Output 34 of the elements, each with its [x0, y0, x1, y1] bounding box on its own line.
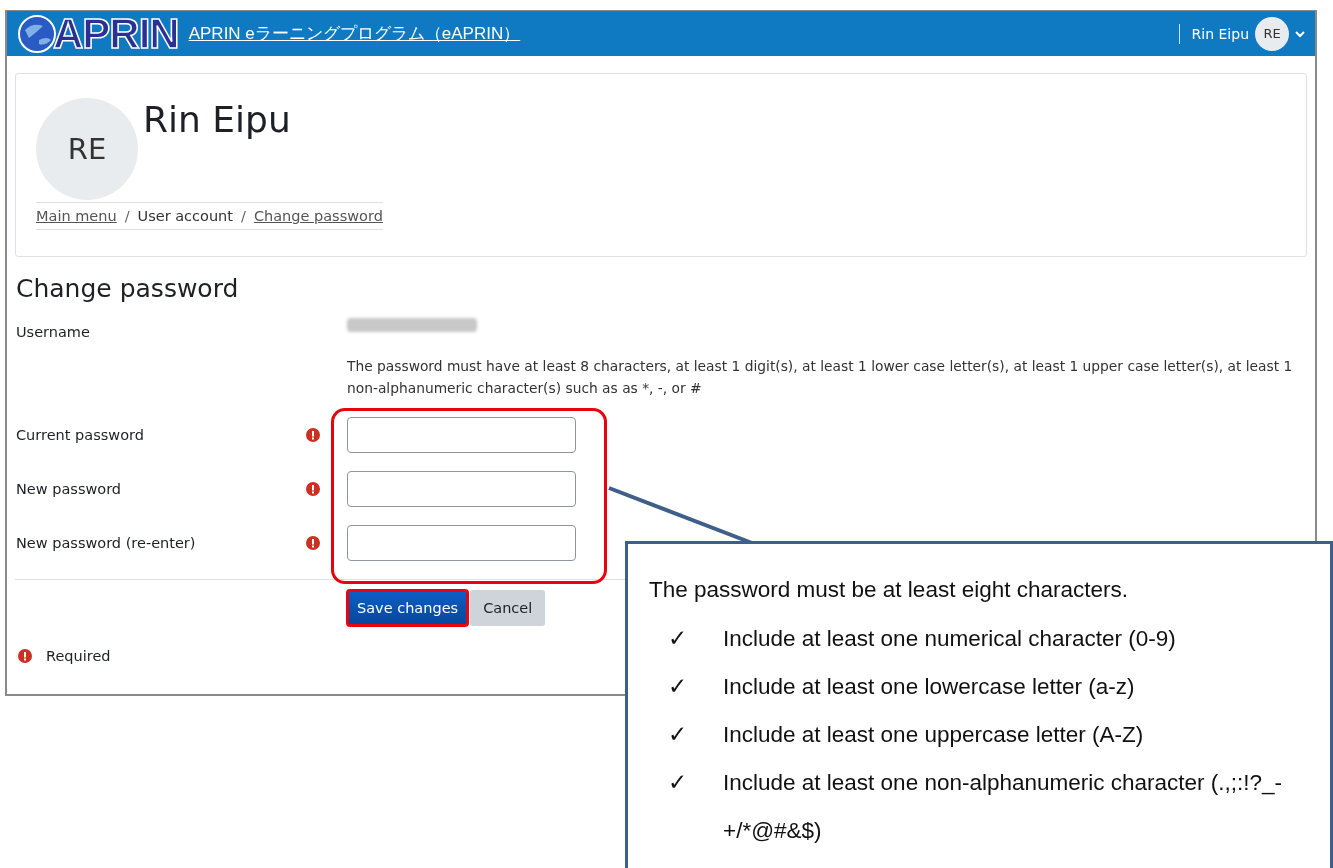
- password-field[interactable]: [347, 471, 576, 507]
- page-heading: Change password: [16, 273, 240, 305]
- breadcrumb-separator: /: [124, 208, 130, 224]
- required-note: Required: [46, 648, 111, 664]
- check-mark: ✓: [667, 721, 688, 749]
- callout-item: Include at least one uppercase letter (A-Z): [723, 721, 1145, 749]
- logo-text: APRIN: [53, 11, 179, 56]
- field-label: New password: [16, 481, 123, 497]
- cancel-button[interactable]: Cancel: [470, 590, 546, 626]
- user-avatar[interactable]: RE: [1255, 16, 1289, 51]
- save-button[interactable]: Save changes: [347, 590, 469, 626]
- profile-name: Rin Eipu: [143, 98, 291, 142]
- breadcrumb-link[interactable]: Main menu: [36, 208, 117, 224]
- field-label: Username: [16, 324, 91, 340]
- check-mark: ✓: [667, 625, 688, 653]
- required-icon: [18, 649, 32, 663]
- field-label: New password (re-enter): [16, 535, 197, 551]
- site-link[interactable]: APRIN eラーニングプログラム（eAPRIN）: [188, 22, 521, 45]
- callout-item: Include at least one numerical character (0-9): [723, 625, 1177, 653]
- password-policy: The password must have at least 8 characters, at least 1 digit(s), at least 1 lower case letter(s), at least 1 upper case letter(s), at least 1 non-alphanumeric character(s) such as as *, -, or #: [347, 357, 1294, 398]
- breadcrumb-item: User account: [137, 208, 233, 224]
- password-field[interactable]: [347, 525, 576, 561]
- breadcrumb-link[interactable]: Change password: [253, 208, 383, 224]
- callout-heading: The password must be at least eight characters.: [649, 576, 1129, 604]
- check-mark: ✓: [667, 769, 688, 797]
- field-label: Current password: [16, 427, 145, 443]
- user-name[interactable]: Rin Eipu: [1191, 25, 1249, 42]
- breadcrumb-separator: /: [241, 208, 246, 224]
- callout-item: Include at least one non-alphanumeric character (.,;:!?_-+/*@#&$): [723, 769, 1283, 845]
- callout-item: Include at least one lowercase letter (a-z): [723, 673, 1136, 701]
- caret-icon[interactable]: [1295, 29, 1305, 38]
- password-field[interactable]: [347, 417, 576, 453]
- check-mark: ✓: [667, 673, 688, 701]
- profile-avatar: RE: [36, 98, 138, 200]
